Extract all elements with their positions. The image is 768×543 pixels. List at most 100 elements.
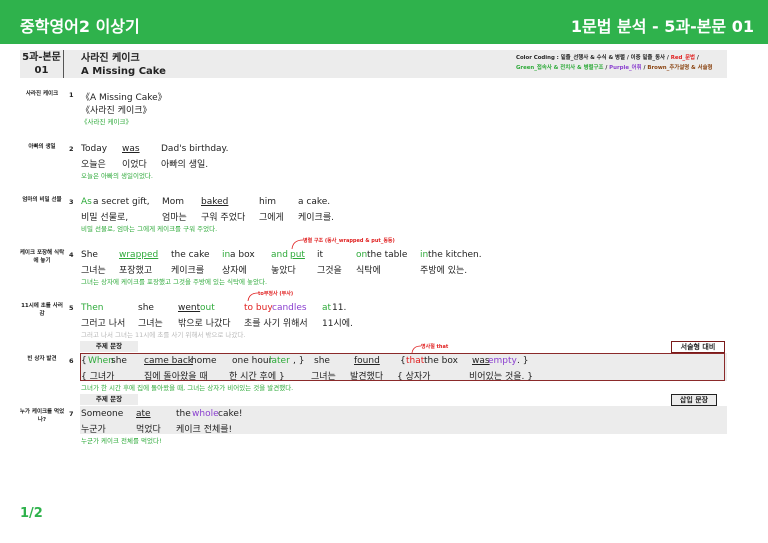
grammar-note: to부정사 (부사) [258,291,294,297]
word: him [259,197,276,207]
word-ko: 놓았다 [271,266,296,276]
essay-prep-tag: 서술형 대비 [671,341,725,353]
word: Dad's birthday. [161,144,229,154]
word: She [81,250,98,260]
word-verb: found [354,356,380,366]
word-ko: 구워 주었다 [201,213,246,223]
legend-brown: Brown_추가설명 & 서술형 [647,65,713,71]
word: 11. [332,303,347,313]
legend-red: Red_문법 [670,55,696,61]
word-verb: wrapped [119,250,159,260]
textbook-title: 중학영어2 이상기 [20,17,140,36]
sentence-number: 4 [69,251,74,259]
sentence-en: 《A Missing Cake》 [81,93,167,103]
word: the cake [171,250,210,260]
lesson-code-text: 5과-본문 [22,52,61,63]
sentence-translation: 그녀는 상자에 케이크를 포장했고 그것을 주방에 있는 식탁에 놓았다. [81,278,268,286]
sentence-number: 3 [69,198,74,206]
word: the kitchen. [428,250,482,260]
color-coding-legend: Color Coding : 밑줄_선행사 & 수식 & 병렬 / 이중 밑줄_… [516,53,713,73]
legend-sep: / [695,55,699,61]
grammar-note: 병렬 구조 (동사_wrapped & put_동등) [303,238,395,244]
word-ko: 초를 사기 위해서 [244,319,308,329]
insertion-sentence-tag: 삽입 문장 [671,394,717,406]
word-ko: 이었다 [122,160,147,170]
word-conjunction: Then [81,303,104,313]
word-verb: baked [201,197,229,207]
word-ko: 케이크 전체를! [176,425,233,435]
word-preposition: in [222,250,231,260]
word: Mom [162,197,185,207]
word-vocab: empty [488,356,517,366]
section-title: 1문법 분석 - 5과-본문 01 [570,17,754,36]
word-conjunction: and [271,250,288,260]
word: the table [367,250,408,260]
word-verb: was [122,144,140,154]
sentence-label: 케이크 포장해 식탁에 놓기 [19,250,65,264]
word: later [269,356,290,366]
sentence-label: 11시에 초를 사러 감 [21,303,63,317]
word-ko: 밖으로 나갔다 [178,319,231,329]
word-verb: put [290,250,305,260]
sentence-translation: 《사라진 케이크》 [81,118,132,126]
sentence-label: 누가 케이크를 먹었나? [19,409,65,423]
word-ko: 엄마는 [162,213,187,223]
word-ko: 먹었다 [136,425,161,435]
word-ko: 한 시간 후에 } [229,372,285,382]
word-conjunction: As [81,197,92,207]
legend-underline: Color Coding : 밑줄_선행사 & 수식 & 병렬 / 이중 밑줄_… [516,55,671,61]
sentence-translation: 비밀 선물로, 엄마는 그에게 케이크를 구워 주었다. [81,225,218,233]
top-bar: 중학영어2 이상기 1문법 분석 - 5과-본문 01 [0,0,768,44]
word-ko: { 그녀가 [81,372,115,382]
lesson-title-ko: 사라진 케이크 [81,53,140,64]
lesson-header: 5과-본문 01 사라진 케이크 A Missing Cake Color Co… [20,50,727,78]
topic-sentence-tag: 주제 문장 [80,341,138,352]
word-ko: 케이크를. [298,213,334,223]
word-ko: 오늘은 [81,160,106,170]
word: she [111,356,127,366]
word-verb: came back [144,356,194,366]
word: { [400,356,406,366]
sentence-translation: 누군가 케이크 전체를 먹었다! [81,437,162,445]
word-ko: 그녀는 [311,372,336,382]
topic-sentence-tag: 주제 문장 [80,394,138,405]
word: , } [293,356,305,366]
word-ko: 그녀는 [138,319,163,329]
word-conjunction: When [88,356,114,366]
word-preposition: in [420,250,429,260]
sentence-ko: 《사라진 케이크》 [81,106,152,116]
word: she [138,303,154,313]
word-ko: 상자에 [222,266,247,276]
lesson-code: 5과-본문 01 [20,50,64,78]
word: it [317,250,324,260]
word-verb: went [178,303,201,313]
word-vocab: whole [192,409,219,419]
sentence-translation: 그러고 나서 그녀는 11시에 초를 사기 위해서 밖으로 나갔다. [81,331,246,339]
word-ko: 집에 돌아왔을 때 [144,372,208,382]
word-grammar: to buy [244,303,273,313]
word: home [191,356,217,366]
word-ko: 발견했다 [350,372,384,382]
sentence-number: 7 [69,410,74,418]
lesson-title-en: A Missing Cake [81,66,166,77]
word-ko: { 상자가 [397,372,431,382]
sentence-number: 2 [69,145,74,153]
grammar-note: 명사절 that [421,344,449,350]
word-ko: 11시에. [322,319,353,329]
word-ko: 아빠의 생일. [161,160,209,170]
word-ko: 누군가 [81,425,106,435]
sentence-label: 엄마의 비밀 선물 [22,197,62,203]
word-ko: 주방에 있는. [420,266,468,276]
word-ko: 그러고 나서 [81,319,126,329]
word: the box [424,356,458,366]
legend-green: Green_접속사 & 전치사 & 병렬구조 [516,65,604,71]
sentence-number: 5 [69,304,74,312]
sentence-number: 6 [69,357,74,365]
word-verb: was [472,356,490,366]
legend-purple: Purple_어휘 [609,65,642,71]
sentence-translation: 오늘은 아빠의 생일이었다. [81,172,153,180]
note-arrow-icon [291,239,304,250]
word: the [176,409,191,419]
page-number: 1/2 [20,506,43,521]
word-ko: 케이크를 [171,266,205,276]
